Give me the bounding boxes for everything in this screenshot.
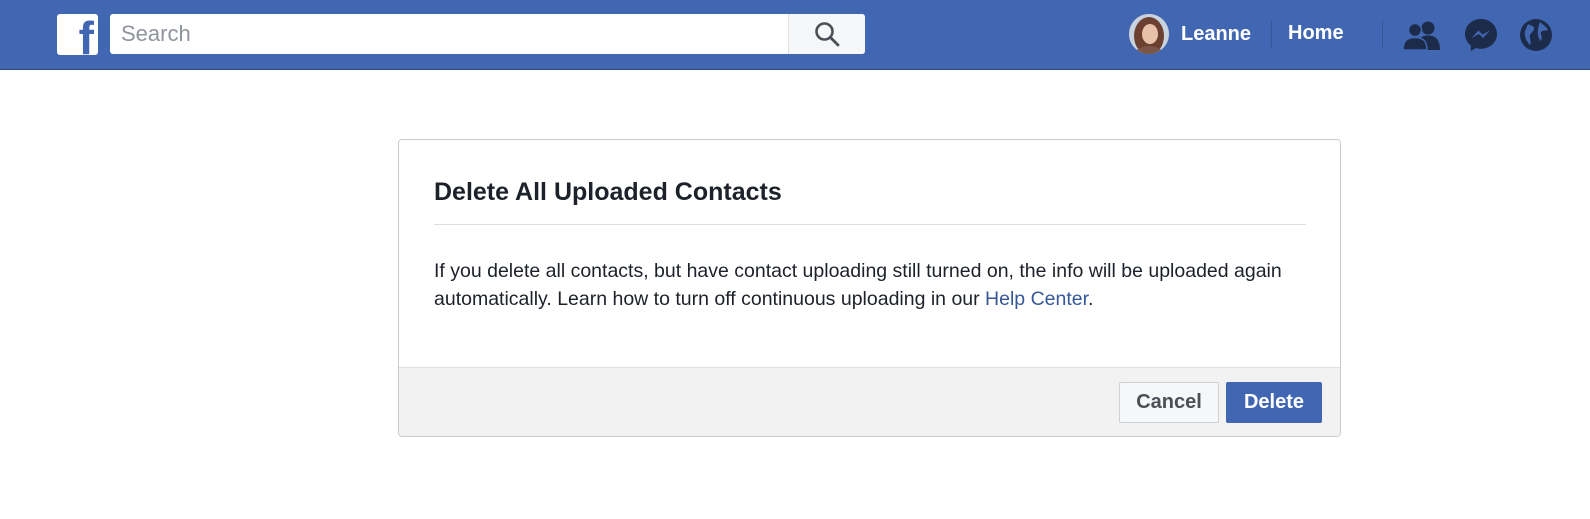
help-center-link[interactable]: Help Center (985, 288, 1088, 310)
friend-requests-button[interactable] (1403, 16, 1441, 54)
dialog-footer: Cancel Delete (399, 367, 1340, 436)
dialog-divider (434, 224, 1306, 225)
cancel-button[interactable]: Cancel (1119, 382, 1219, 423)
messenger-icon (1465, 19, 1497, 51)
notifications-button[interactable] (1517, 16, 1555, 54)
facebook-logo[interactable]: f (57, 14, 98, 55)
dialog-message-end: . (1088, 287, 1094, 310)
messenger-button[interactable] (1462, 16, 1500, 54)
profile-name: Leanne (1181, 22, 1252, 45)
delete-button[interactable]: Delete (1226, 382, 1322, 423)
nav-divider (1382, 20, 1383, 48)
dialog-title: Delete All Uploaded Contacts (434, 178, 782, 206)
dialog-message-text: If you delete all contacts, but have con… (434, 260, 1282, 310)
friend-requests-icon (1403, 21, 1440, 50)
top-navigation-bar: f Leanne Home (0, 0, 1590, 70)
notifications-globe-icon (1520, 19, 1552, 51)
delete-contacts-dialog: Delete All Uploaded Contacts If you dele… (398, 139, 1341, 437)
search-button[interactable] (788, 14, 865, 54)
search-input[interactable] (110, 14, 788, 54)
home-link[interactable]: Home (1288, 22, 1344, 45)
dialog-message: If you delete all contacts, but have con… (434, 258, 1294, 313)
search-box (110, 14, 865, 54)
facebook-logo-letter: f (78, 14, 94, 55)
avatar (1129, 14, 1169, 54)
search-icon (815, 22, 840, 47)
nav-divider (1271, 20, 1272, 48)
profile-link[interactable]: Leanne (1129, 13, 1251, 55)
